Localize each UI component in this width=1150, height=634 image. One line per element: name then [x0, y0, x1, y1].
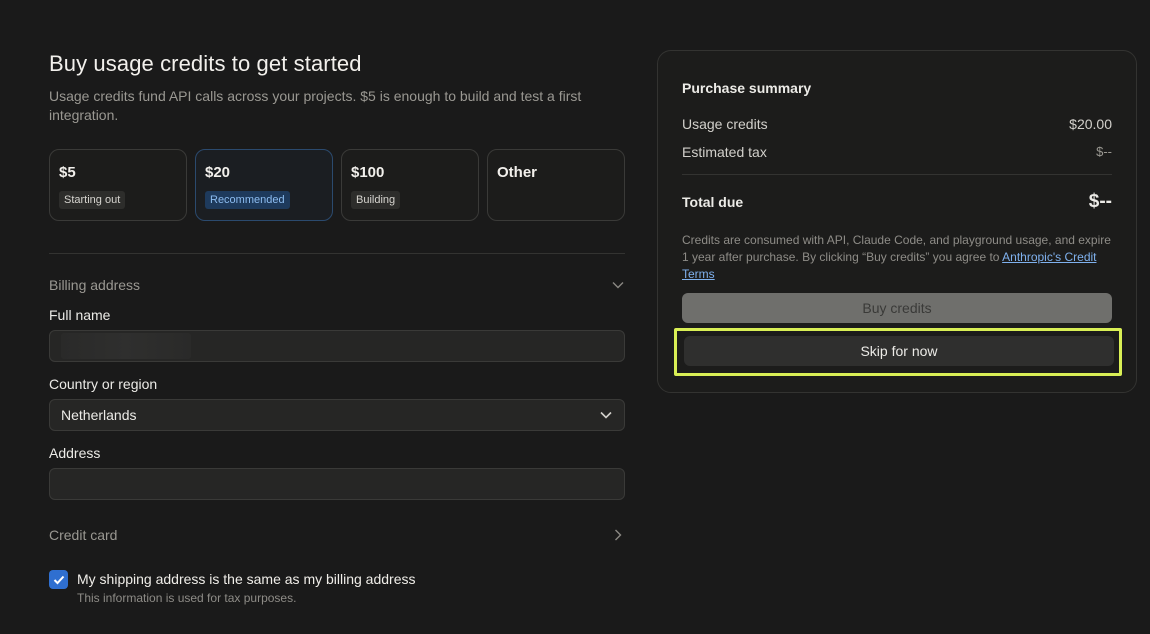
- divider: [49, 253, 625, 254]
- tier-option-20[interactable]: $20 Recommended: [195, 149, 333, 221]
- credit-card-heading: Credit card: [49, 527, 118, 543]
- tier-badge: Recommended: [205, 191, 290, 209]
- chevron-down-icon: [611, 278, 625, 292]
- address-field[interactable]: [49, 468, 625, 500]
- shipping-text: My shipping address is the same as my bi…: [77, 570, 416, 605]
- billing-address-heading: Billing address: [49, 277, 141, 293]
- country-value: Netherlands: [61, 407, 137, 423]
- country-label: Country or region: [49, 376, 158, 392]
- usage-credits-label: Usage credits: [682, 116, 768, 132]
- estimated-tax-row: Estimated tax $--: [682, 143, 1112, 161]
- page-subtitle: Usage credits fund API calls across your…: [49, 88, 582, 123]
- skip-highlight: Skip for now: [674, 328, 1122, 376]
- tier-badge: Building: [351, 191, 401, 209]
- tier-amount: $100: [351, 164, 385, 181]
- checkout-form: Buy usage credits to get started Usage c…: [49, 50, 625, 605]
- usage-credits-row: Usage credits $20.00: [682, 115, 1112, 133]
- full-name-field[interactable]: [49, 330, 625, 362]
- summary-title: Purchase summary: [682, 80, 812, 96]
- tier-option-100[interactable]: $100 Building: [341, 149, 479, 221]
- page-title: Buy usage credits to get started: [49, 51, 362, 76]
- total-due-value: $--: [1088, 191, 1112, 212]
- estimated-tax-value: $--: [1096, 144, 1112, 159]
- shipping-same-label: My shipping address is the same as my bi…: [77, 571, 416, 587]
- full-name-label: Full name: [49, 307, 111, 323]
- usage-credits-value: $20.00: [1069, 116, 1112, 132]
- buy-credits-button[interactable]: Buy credits: [682, 293, 1112, 323]
- tier-option-5[interactable]: $5 Starting out: [49, 149, 187, 221]
- skip-for-now-button[interactable]: Skip for now: [684, 336, 1114, 366]
- chevron-down-icon: [599, 408, 613, 422]
- tier-amount: $20: [205, 164, 231, 181]
- shipping-same-sub: This information is used for tax purpose…: [77, 591, 297, 605]
- total-due-row: Total due $--: [682, 191, 1112, 213]
- page: Buy usage credits to get started Usage c…: [0, 0, 1150, 634]
- tier-amount: $5: [59, 164, 76, 181]
- shipping-same-row: My shipping address is the same as my bi…: [49, 570, 625, 605]
- credit-tier-options: $5 Starting out $20 Recommended $100 Bui…: [49, 149, 625, 221]
- shipping-same-checkbox[interactable]: [49, 570, 68, 589]
- chevron-right-icon: [611, 528, 625, 542]
- terms-text: Credits are consumed with API, Claude Co…: [682, 232, 1112, 283]
- estimated-tax-label: Estimated tax: [682, 144, 767, 160]
- tier-badge: Starting out: [59, 191, 126, 209]
- tier-option-other[interactable]: Other: [487, 149, 625, 221]
- tier-amount: Other: [497, 164, 538, 181]
- check-icon: [53, 575, 64, 584]
- total-due-label: Total due: [682, 194, 744, 210]
- address-label: Address: [49, 445, 101, 461]
- country-select[interactable]: Netherlands: [49, 399, 625, 431]
- divider: [682, 174, 1112, 175]
- billing-address-toggle[interactable]: Billing address: [49, 276, 625, 294]
- redacted-name: [61, 333, 191, 359]
- credit-card-toggle[interactable]: Credit card: [49, 526, 625, 544]
